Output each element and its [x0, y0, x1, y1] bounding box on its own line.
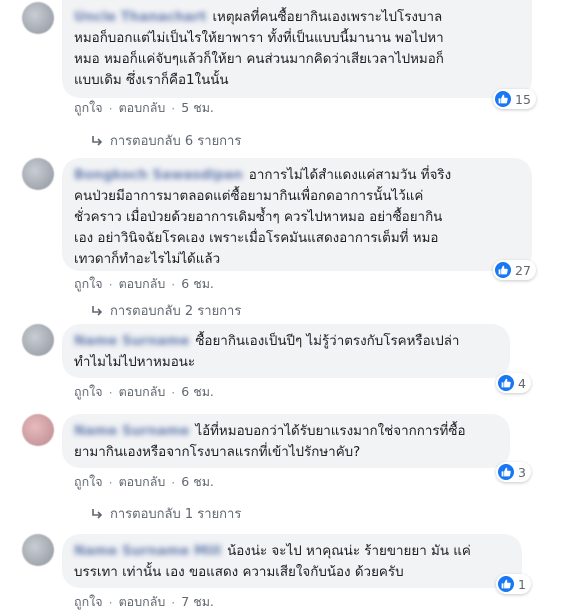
comment-author[interactable]: Name Surname	[74, 421, 189, 442]
comment-author[interactable]: Name Surname	[74, 331, 189, 352]
like-link[interactable]: ถูกใจ	[74, 592, 103, 612]
separator-dot: ·	[108, 594, 113, 610]
separator-dot: ·	[108, 474, 113, 490]
reply-link[interactable]: ตอบกลับ	[119, 274, 166, 294]
view-replies[interactable]: การตอบกลับ 1 รายการ	[90, 503, 241, 524]
reply-link[interactable]: ตอบกลับ	[119, 98, 166, 118]
reaction-count[interactable]: 15	[493, 89, 536, 109]
view-replies[interactable]: การตอบกลับ 6 รายการ	[90, 130, 241, 151]
avatar[interactable]	[22, 534, 54, 566]
reaction-count[interactable]: 1	[496, 574, 531, 594]
comment-time[interactable]: 6 ชม.	[181, 274, 214, 294]
thumbs-up-icon	[495, 262, 511, 278]
avatar[interactable]	[22, 414, 54, 446]
comment-author[interactable]: Name Surname Mill	[74, 541, 221, 562]
thumbs-up-icon	[498, 464, 514, 480]
reaction-number: 4	[518, 375, 526, 391]
reaction-count[interactable]: 4	[496, 373, 531, 393]
like-link[interactable]: ถูกใจ	[74, 98, 103, 118]
avatar[interactable]	[22, 2, 54, 34]
reaction-count[interactable]: 3	[496, 462, 531, 482]
comment-time[interactable]: 6 ชม.	[181, 472, 214, 492]
thumbs-up-icon	[498, 576, 514, 592]
comment-bubble: Name Surname ไอ้ที่หมอบอกว่าได้รับยาแรงมา…	[62, 414, 510, 468]
comment-author[interactable]: Uncle Thanachart	[74, 7, 206, 28]
comment-time[interactable]: 5 ชม.	[181, 98, 214, 118]
avatar[interactable]	[22, 158, 54, 190]
reaction-number: 15	[515, 91, 531, 107]
separator-dot: ·	[171, 100, 176, 116]
comment-bubble: Name Surname Mill น้องน่ะ จะไป หาคุณน่ะ ร…	[62, 534, 522, 588]
replies-label[interactable]: การตอบกลับ 2 รายการ	[110, 300, 241, 321]
replies-label[interactable]: การตอบกลับ 1 รายการ	[110, 503, 241, 524]
comment-actions: ถูกใจ · ตอบกลับ · 5 ชม.	[74, 98, 214, 118]
comment-actions: ถูกใจ · ตอบกลับ · 6 ชม.	[74, 382, 214, 402]
comment-author[interactable]: Bongkoch Sawasdipan	[74, 165, 243, 186]
comment-actions: ถูกใจ · ตอบกลับ · 6 ชม.	[74, 274, 214, 294]
reaction-number: 1	[518, 576, 526, 592]
comment-time[interactable]: 6 ชม.	[181, 382, 214, 402]
comment-actions: ถูกใจ · ตอบกลับ · 6 ชม.	[74, 472, 214, 492]
comment-actions: ถูกใจ · ตอบกลับ · 7 ชม.	[74, 592, 214, 612]
separator-dot: ·	[108, 100, 113, 116]
view-replies[interactable]: การตอบกลับ 2 รายการ	[90, 300, 241, 321]
like-link[interactable]: ถูกใจ	[74, 382, 103, 402]
separator-dot: ·	[171, 474, 176, 490]
separator-dot: ·	[171, 276, 176, 292]
comment-bubble: Name Surname ซื้อยากินเองเป็นปีๆ ไม่รู้ว่…	[62, 324, 510, 378]
like-link[interactable]: ถูกใจ	[74, 472, 103, 492]
separator-dot: ·	[171, 384, 176, 400]
reply-link[interactable]: ตอบกลับ	[119, 472, 166, 492]
separator-dot: ·	[108, 276, 113, 292]
separator-dot: ·	[108, 384, 113, 400]
reply-link[interactable]: ตอบกลับ	[119, 592, 166, 612]
reply-link[interactable]: ตอบกลับ	[119, 382, 166, 402]
reply-arrow-icon	[92, 305, 103, 316]
reply-arrow-icon	[92, 135, 103, 146]
comment-bubble: Uncle Thanachart เหตุผลที่คนซื้อยากินเองเ…	[62, 0, 532, 98]
reply-arrow-icon	[92, 508, 103, 519]
avatar[interactable]	[22, 324, 54, 356]
replies-label[interactable]: การตอบกลับ 6 รายการ	[110, 130, 241, 151]
reaction-count[interactable]: 27	[493, 260, 536, 280]
like-link[interactable]: ถูกใจ	[74, 274, 103, 294]
comment-bubble: Bongkoch Sawasdipan อาการไม่ได้สำแดงแค่สา…	[62, 158, 532, 271]
thumbs-up-icon	[495, 91, 511, 107]
comment-time[interactable]: 7 ชม.	[181, 592, 214, 612]
reaction-number: 3	[518, 464, 526, 480]
separator-dot: ·	[171, 594, 176, 610]
reaction-number: 27	[515, 262, 531, 278]
thumbs-up-icon	[498, 375, 514, 391]
